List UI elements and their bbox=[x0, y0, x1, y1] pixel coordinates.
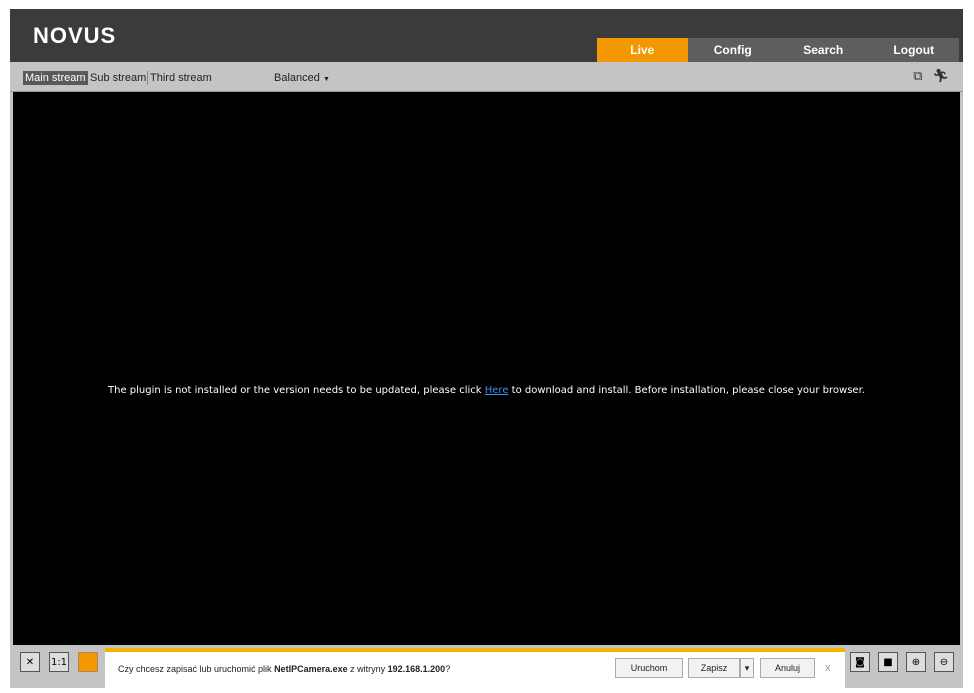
bottom-toolbar: ✕ 1:1 Czy chcesz zapisać lub uruchomić p… bbox=[10, 645, 963, 688]
record-video-icon[interactable]: ■ bbox=[878, 652, 898, 672]
app-window: NOVUS Live Config Search Logout Main str… bbox=[10, 9, 963, 688]
run-button[interactable]: Uruchom bbox=[615, 658, 683, 678]
tab-search[interactable]: Search bbox=[778, 38, 869, 62]
zoom-in-icon[interactable]: ⊕ bbox=[906, 652, 926, 672]
original-size-icon[interactable]: 1:1 bbox=[49, 652, 69, 672]
message-text: The plugin is not installed or the versi… bbox=[108, 385, 485, 396]
novus-logo: NOVUS bbox=[33, 23, 117, 48]
tab-logout[interactable]: Logout bbox=[868, 38, 959, 62]
sub-stream-button[interactable]: Sub stream bbox=[88, 71, 148, 85]
message-text: to download and install. Before installa… bbox=[508, 385, 865, 396]
download-message: Czy chcesz zapisać lub uruchomić plik Ne… bbox=[118, 664, 451, 674]
motion-person-icon[interactable]: 🏃︎ bbox=[932, 69, 949, 84]
tab-live[interactable]: Live bbox=[597, 38, 688, 62]
quality-value: Balanced bbox=[274, 72, 320, 84]
stop-icon[interactable]: ✕ bbox=[20, 652, 40, 672]
main-tabs: Live Config Search Logout bbox=[597, 38, 959, 62]
main-stream-button[interactable]: Main stream bbox=[23, 71, 88, 85]
fullscreen-icon[interactable]: ⧉ bbox=[913, 69, 922, 84]
cancel-button[interactable]: Anuluj bbox=[760, 658, 815, 678]
tab-config[interactable]: Config bbox=[687, 38, 778, 62]
save-options-chevron-icon[interactable]: ▾ bbox=[740, 658, 754, 678]
stream-toolbar: Main stream Sub stream Third stream Bala… bbox=[10, 62, 963, 92]
close-download-bar-icon[interactable]: x bbox=[825, 662, 831, 674]
snapshot-camera-icon[interactable]: ◙ bbox=[850, 652, 870, 672]
header: NOVUS Live Config Search Logout bbox=[10, 9, 963, 62]
plugin-message: The plugin is not installed or the versi… bbox=[13, 385, 960, 396]
zoom-out-icon[interactable]: ⊖ bbox=[934, 652, 954, 672]
video-area: The plugin is not installed or the versi… bbox=[13, 92, 960, 645]
quality-dropdown[interactable]: Balanced ▼ bbox=[272, 71, 332, 85]
chevron-down-icon: ▼ bbox=[322, 76, 330, 83]
download-plugin-link[interactable]: Here bbox=[485, 385, 509, 396]
third-stream-button[interactable]: Third stream bbox=[147, 71, 214, 85]
fit-window-icon[interactable] bbox=[78, 652, 98, 672]
download-bar: Czy chcesz zapisać lub uruchomić plik Ne… bbox=[105, 648, 845, 688]
save-button[interactable]: Zapisz bbox=[688, 658, 740, 678]
